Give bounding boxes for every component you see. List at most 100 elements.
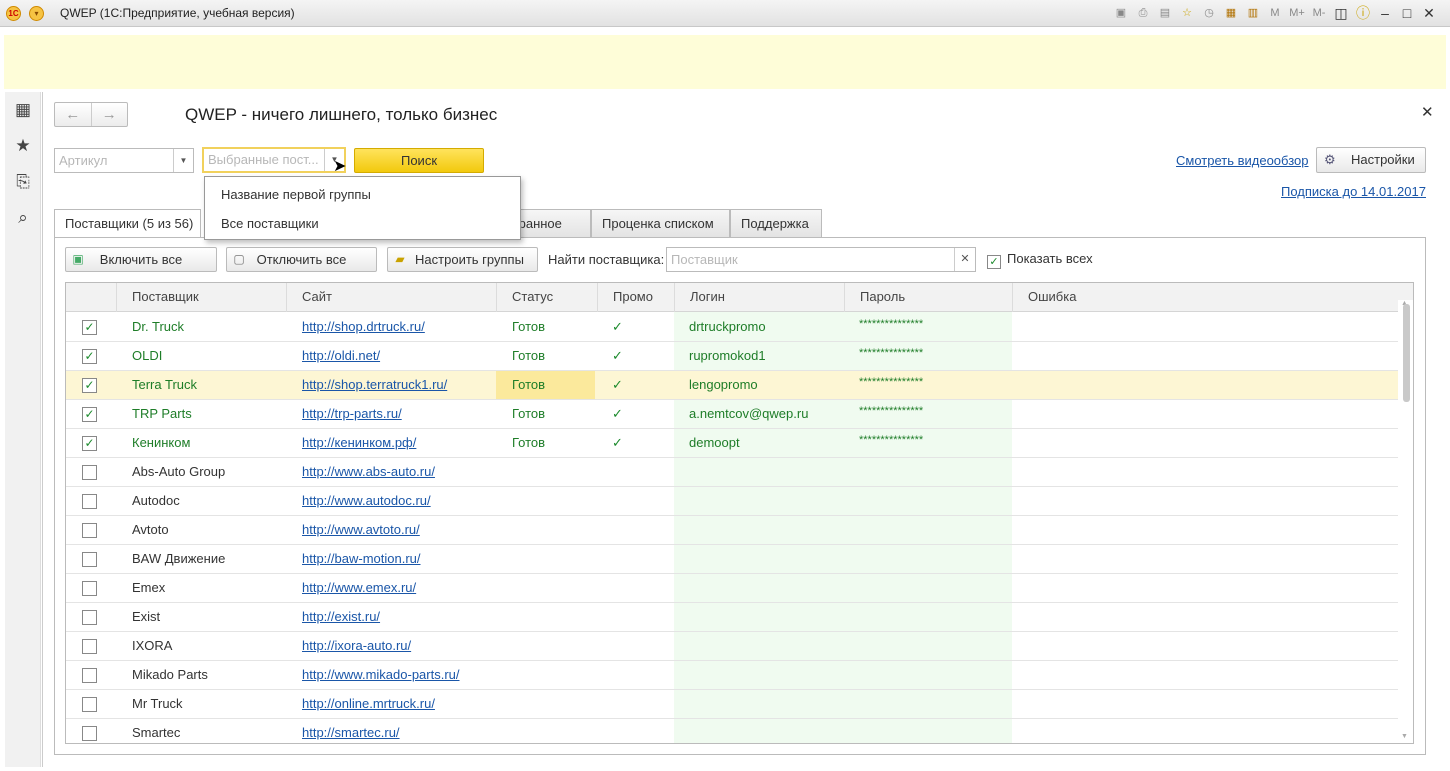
supplier-site-link[interactable]: http://www.avtoto.ru/ — [302, 516, 420, 544]
row-checkbox[interactable] — [82, 668, 97, 683]
dropdown-item-all-suppliers[interactable]: Все поставщики — [221, 216, 319, 231]
row-checkbox[interactable] — [82, 697, 97, 712]
table-row[interactable]: Smartec http://smartec.ru/ — [66, 719, 1398, 743]
article-input[interactable]: Артикул ▼ — [54, 148, 194, 173]
supplier-site-link[interactable]: http://trp-parts.ru/ — [302, 400, 402, 428]
back-arrow-icon[interactable]: ← — [55, 103, 91, 126]
row-checkbox[interactable] — [82, 639, 97, 654]
supplier-name: Кенинком — [132, 435, 191, 450]
table-row[interactable]: ✓ TRP Parts http://trp-parts.ru/Готов ✓ a.ne… — [66, 400, 1398, 429]
checkbox-checked-icon[interactable]: ✓ — [987, 255, 1001, 269]
row-checkbox[interactable] — [82, 523, 97, 538]
scroll-thumb[interactable] — [1403, 304, 1410, 402]
supplier-site-link[interactable]: http://ixora-auto.ru/ — [302, 632, 411, 660]
close-window-button[interactable]: ✕ — [1420, 4, 1438, 22]
memory-m-button[interactable]: M — [1266, 4, 1284, 22]
favorite-add-icon[interactable]: ☆ — [1178, 4, 1196, 22]
vertical-scrollbar[interactable]: ▲ ▼ — [1398, 300, 1413, 742]
row-checkbox[interactable]: ✓ — [82, 349, 97, 364]
print-icon[interactable]: ⎙ — [1134, 4, 1152, 22]
tab-price-list[interactable]: Проценка списком — [591, 209, 730, 238]
header-site[interactable]: Сайт — [286, 283, 496, 312]
status-cell — [496, 516, 595, 544]
supplier-site-link[interactable]: http://oldi.net/ — [302, 342, 380, 370]
table-row[interactable]: Exist http://exist.ru/ — [66, 603, 1398, 632]
chevron-down-icon[interactable]: ▼ — [173, 149, 193, 172]
table-row[interactable]: Avtoto http://www.avtoto.ru/ — [66, 516, 1398, 545]
show-all-checkbox[interactable]: ✓ Показать всех — [987, 251, 1093, 269]
subscription-link[interactable]: Подписка до 14.01.2017 — [1281, 184, 1426, 199]
find-supplier-input[interactable]: Поставщик ✕ — [666, 247, 976, 272]
sections-grid-icon[interactable]: ▦ — [5, 92, 41, 128]
favorites-star-icon[interactable]: ★ — [5, 128, 41, 164]
header-error[interactable]: Ошибка — [1012, 283, 1413, 312]
supplier-select[interactable]: Выбранные пост... ▼ — [202, 147, 346, 173]
row-checkbox[interactable] — [82, 465, 97, 480]
table-row[interactable]: Mr Truck http://online.mrtruck.ru/ — [66, 690, 1398, 719]
history-icon[interactable]: ⎘ — [5, 164, 41, 200]
setup-groups-button[interactable]: ▰ Настроить группы — [387, 247, 538, 272]
dropdown-item-first-group[interactable]: Название первой группы — [221, 187, 371, 202]
table-row[interactable]: ✓ Dr. Truck http://shop.drtruck.ru/Готов ✓ d… — [66, 313, 1398, 342]
supplier-site-link[interactable]: http://smartec.ru/ — [302, 719, 400, 743]
header-promo[interactable]: Промо — [597, 283, 674, 312]
row-checkbox[interactable]: ✓ — [82, 378, 97, 393]
tab-suppliers[interactable]: Поставщики (5 из 56) — [54, 209, 201, 239]
row-checkbox[interactable] — [82, 726, 97, 741]
supplier-site-link[interactable]: http://shop.drtruck.ru/ — [302, 313, 425, 341]
table-row[interactable]: ✓ OLDI http://oldi.net/Готов ✓ rupromokod1 **… — [66, 342, 1398, 371]
row-checkbox[interactable]: ✓ — [82, 407, 97, 422]
table-row[interactable]: BAW Движение http://baw-motion.ru/ — [66, 545, 1398, 574]
supplier-site-link[interactable]: http://exist.ru/ — [302, 603, 380, 631]
table-row[interactable]: Emex http://www.emex.ru/ — [66, 574, 1398, 603]
info-icon[interactable]: ⓘ — [1354, 4, 1372, 22]
panels-icon[interactable]: ◫ — [1332, 4, 1350, 22]
table-row[interactable]: Abs-Auto Group http://www.abs-auto.ru/ — [66, 458, 1398, 487]
tab-support[interactable]: Поддержка — [730, 209, 822, 238]
enable-all-button[interactable]: ▣ Включить все — [65, 247, 217, 272]
search-button[interactable]: Поиск — [354, 148, 484, 173]
calculator-icon[interactable]: ▦ — [1222, 4, 1240, 22]
preview-icon[interactable]: ▤ — [1156, 4, 1174, 22]
memory-minus-button[interactable]: M- — [1310, 4, 1328, 22]
row-checkbox[interactable] — [82, 581, 97, 596]
video-review-link[interactable]: Смотреть видеообзор — [1176, 153, 1308, 168]
save-icon[interactable]: ▣ — [1112, 4, 1130, 22]
supplier-site-link[interactable]: http://кенинком.рф/ — [302, 429, 416, 457]
table-row[interactable]: ✓ Terra Truck http://shop.terratruck1.ru/Г… — [66, 371, 1398, 400]
clear-icon[interactable]: ✕ — [954, 248, 975, 271]
maximize-button[interactable]: □ — [1398, 4, 1416, 22]
settings-button[interactable]: ⚙ Настройки — [1316, 147, 1426, 173]
row-checkbox[interactable] — [82, 552, 97, 567]
status-cell: Готов — [496, 371, 595, 399]
table-row[interactable]: IXORA http://ixora-auto.ru/ — [66, 632, 1398, 661]
supplier-site-link[interactable]: http://shop.terratruck1.ru/ — [302, 371, 447, 399]
row-checkbox[interactable]: ✓ — [82, 436, 97, 451]
table-row[interactable]: Autodoc http://www.autodoc.ru/ — [66, 487, 1398, 516]
header-login[interactable]: Логин — [674, 283, 844, 312]
close-form-icon[interactable]: ✕ — [1421, 103, 1434, 121]
supplier-site-link[interactable]: http://www.emex.ru/ — [302, 574, 416, 602]
table-row[interactable]: ✓ Кенинком http://кенинком.рф/Готов ✓ demoop… — [66, 429, 1398, 458]
header-password[interactable]: Пароль — [844, 283, 1012, 312]
supplier-site-link[interactable]: http://www.abs-auto.ru/ — [302, 458, 435, 486]
supplier-site-link[interactable]: http://online.mrtruck.ru/ — [302, 690, 435, 718]
row-checkbox[interactable] — [82, 494, 97, 509]
supplier-site-link[interactable]: http://baw-motion.ru/ — [302, 545, 421, 573]
search-icon[interactable]: ⌕ — [5, 200, 41, 236]
disable-all-button[interactable]: ▢ Отключить все — [226, 247, 377, 272]
main-menu-button[interactable]: ▾ — [29, 6, 44, 21]
header-status[interactable]: Статус — [496, 283, 597, 312]
memory-plus-button[interactable]: M+ — [1288, 4, 1306, 22]
table-row[interactable]: Mikado Parts http://www.mikado-parts.ru/ — [66, 661, 1398, 690]
supplier-site-link[interactable]: http://www.autodoc.ru/ — [302, 487, 431, 515]
minimize-button[interactable]: – — [1376, 4, 1394, 22]
calendar-icon[interactable]: ▥ — [1244, 4, 1262, 22]
scroll-down-icon[interactable]: ▼ — [1401, 733, 1408, 740]
row-checkbox[interactable]: ✓ — [82, 320, 97, 335]
forward-arrow-icon[interactable]: → — [90, 103, 128, 126]
supplier-site-link[interactable]: http://www.mikado-parts.ru/ — [302, 661, 460, 689]
header-supplier[interactable]: Поставщик — [116, 283, 286, 312]
row-checkbox[interactable] — [82, 610, 97, 625]
history-icon[interactable]: ◷ — [1200, 4, 1218, 22]
